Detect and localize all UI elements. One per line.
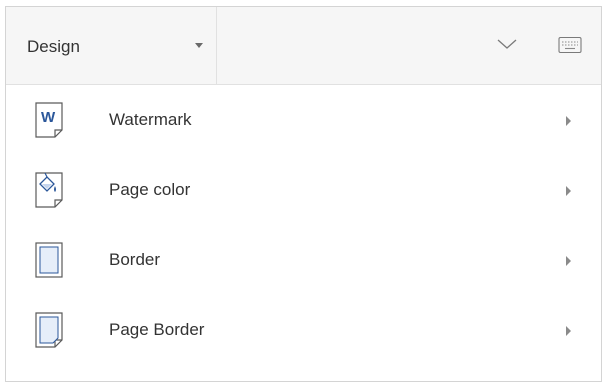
page-color-icon (32, 171, 68, 211)
watermark-icon: W (32, 101, 68, 141)
border-icon (32, 241, 68, 281)
tab-selector-dropdown[interactable]: Design (6, 7, 217, 84)
menu-item-page-color[interactable]: Page color (6, 155, 601, 225)
ribbon-toolbar: Design (6, 7, 601, 85)
dropdown-caret-icon (195, 43, 203, 48)
design-ribbon-panel: Design W Watermark Page color Border Pag… (5, 6, 602, 382)
submenu-arrow-icon (566, 326, 571, 336)
menu-item-border[interactable]: Border (6, 225, 601, 295)
menu-item-label: Page color (109, 180, 191, 199)
tab-selector-label: Design (27, 37, 80, 56)
svg-text:W: W (41, 109, 56, 126)
collapse-ribbon-button[interactable] (496, 35, 518, 53)
submenu-arrow-icon (566, 186, 571, 196)
chevron-down-icon (497, 39, 517, 49)
menu-item-label: Watermark (109, 110, 192, 129)
submenu-arrow-icon (566, 256, 571, 266)
menu-item-label: Page Border (109, 320, 205, 339)
menu-item-page-border[interactable]: Page Border (6, 295, 601, 365)
page-border-icon (32, 311, 68, 351)
menu-item-watermark[interactable]: W Watermark (6, 85, 601, 155)
keyboard-icon (558, 36, 582, 54)
menu-item-label: Border (109, 250, 161, 269)
keyboard-toggle-button[interactable] (558, 36, 582, 54)
submenu-arrow-icon (566, 116, 571, 126)
